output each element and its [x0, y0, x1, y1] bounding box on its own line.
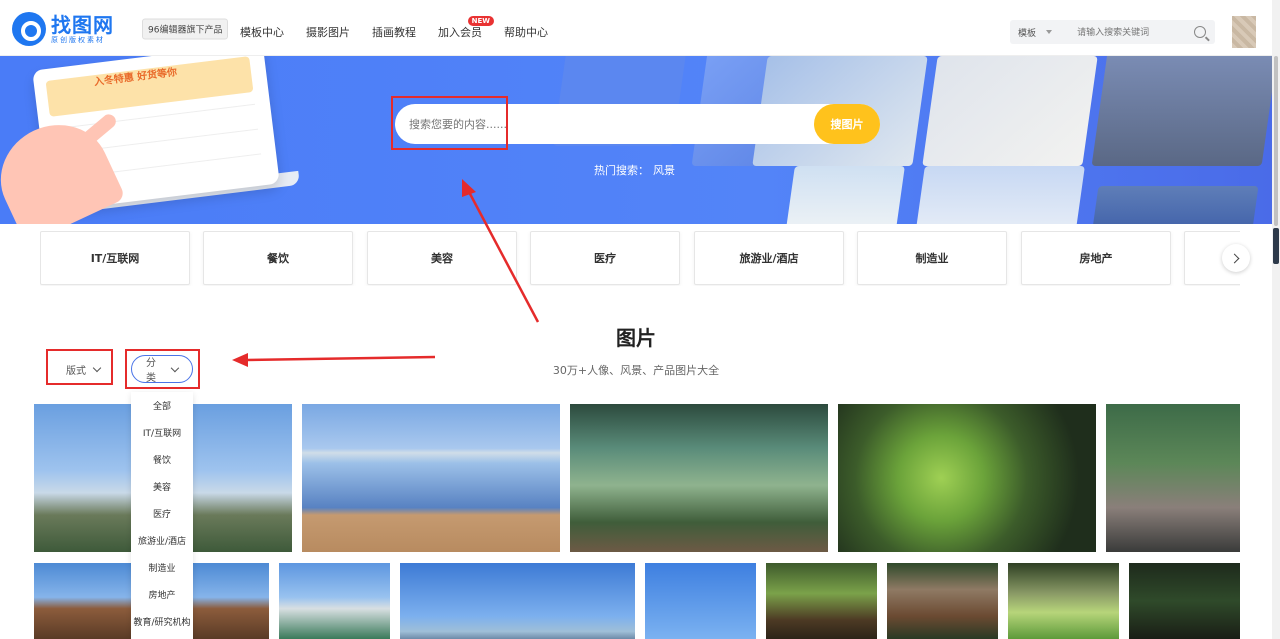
dropdown-item-beauty[interactable]: 美容 — [131, 473, 193, 500]
dropdown-item-realestate[interactable]: 房地产 — [131, 581, 193, 608]
photo-card[interactable] — [279, 563, 390, 639]
photo-card[interactable] — [400, 563, 635, 639]
photo-card[interactable] — [838, 404, 1096, 552]
search-images-button[interactable]: 搜图片 — [814, 104, 880, 144]
photo-card[interactable] — [766, 563, 877, 639]
banner-photo-tile — [1091, 186, 1259, 224]
annotation-arrow-filter — [245, 355, 436, 362]
dropdown-item-manufacturing[interactable]: 制造业 — [131, 554, 193, 581]
photo-card[interactable] — [1129, 563, 1240, 639]
category-card-realestate[interactable]: 房地产 — [1021, 231, 1171, 285]
logo-text: 找图网 原创版权素材 — [51, 14, 114, 45]
page: 找图网 原创版权素材 96编辑器旗下产品 模板中心 摄影图片 插画教程 加入会员… — [0, 0, 1280, 639]
category-card-travel[interactable]: 旅游业/酒店 — [694, 231, 844, 285]
hero-banner: 入冬特惠 好货等你 搜图片 热门搜索：风景 — [0, 56, 1272, 224]
side-widget[interactable] — [1273, 228, 1279, 264]
site-logo[interactable]: 找图网 原创版权素材 — [12, 12, 114, 46]
photo-card[interactable] — [1008, 563, 1119, 639]
dropdown-item-it[interactable]: IT/互联网 — [131, 419, 193, 446]
annotation-box-layout — [46, 349, 113, 385]
annotation-box-search — [391, 96, 508, 150]
category-dropdown: 全部 IT/互联网 餐饮 美容 医疗 旅游业/酒店 制造业 房地产 教育/研究机… — [131, 392, 193, 639]
category-card-beauty[interactable]: 美容 — [367, 231, 517, 285]
category-strip: IT/互联网 餐饮 美容 医疗 旅游业/酒店 制造业 房地产 — [40, 231, 1240, 286]
category-card-manufacturing[interactable]: 制造业 — [857, 231, 1007, 285]
scrollbar-thumb[interactable] — [1274, 56, 1278, 226]
banner-photo-tile — [1091, 56, 1272, 166]
logo-subtitle: 原创版权素材 — [51, 35, 105, 44]
brand-tagline: 96编辑器旗下产品 — [142, 18, 229, 40]
banner-photo-tile — [785, 166, 905, 224]
avatar[interactable] — [1232, 16, 1256, 48]
banner-photo-tile — [922, 56, 1098, 166]
logo-icon — [12, 12, 46, 46]
search-type-label: 模板 — [1018, 28, 1037, 39]
top-header: 找图网 原创版权素材 96编辑器旗下产品 模板中心 摄影图片 插画教程 加入会员… — [0, 0, 1272, 56]
dropdown-item-travel[interactable]: 旅游业/酒店 — [131, 527, 193, 554]
section-title: 图片 — [616, 326, 656, 350]
photo-card[interactable] — [302, 404, 560, 552]
category-card-it[interactable]: IT/互联网 — [40, 231, 190, 285]
new-badge: NEW — [467, 16, 494, 26]
nav-item-illustrations[interactable]: 插画教程 — [372, 24, 416, 40]
photo-card[interactable] — [645, 563, 756, 639]
hot-search-link[interactable]: 风景 — [653, 164, 675, 177]
nav-item-help[interactable]: 帮助中心 — [504, 24, 548, 40]
photo-card[interactable] — [570, 404, 828, 552]
header-search-input[interactable] — [1067, 27, 1195, 37]
nav-item-membership[interactable]: 加入会员 NEW — [438, 16, 494, 40]
logo-name: 找图网 — [51, 12, 114, 37]
chevron-right-icon — [1229, 253, 1240, 263]
dropdown-item-medical[interactable]: 医疗 — [131, 500, 193, 527]
nav-item-membership-label: 加入会员 — [438, 26, 482, 39]
nav-item-templates[interactable]: 模板中心 — [240, 24, 284, 40]
dropdown-item-education[interactable]: 教育/研究机构 — [131, 608, 193, 635]
hot-searches-label: 热门搜索： — [594, 164, 649, 177]
dropdown-item-catering[interactable]: 餐饮 — [131, 446, 193, 473]
annotation-box-category — [125, 349, 200, 389]
category-card-medical[interactable]: 医疗 — [530, 231, 680, 285]
category-card-catering[interactable]: 餐饮 — [203, 231, 353, 285]
nav-item-photos[interactable]: 摄影图片 — [306, 24, 350, 40]
main-nav: 模板中心 摄影图片 插画教程 加入会员 NEW 帮助中心 — [240, 16, 548, 40]
search-icon[interactable] — [1194, 26, 1206, 38]
dropdown-item-all[interactable]: 全部 — [131, 392, 193, 419]
banner-photo-tile — [915, 166, 1085, 224]
photo-card[interactable] — [1106, 404, 1240, 552]
header-search: 模板 — [1010, 20, 1215, 44]
photo-card[interactable] — [887, 563, 998, 639]
category-next-button[interactable] — [1222, 244, 1250, 272]
caret-down-icon — [1046, 30, 1053, 34]
hot-searches: 热门搜索： 风景 — [594, 162, 675, 178]
search-type-select[interactable]: 模板 — [1010, 26, 1067, 39]
